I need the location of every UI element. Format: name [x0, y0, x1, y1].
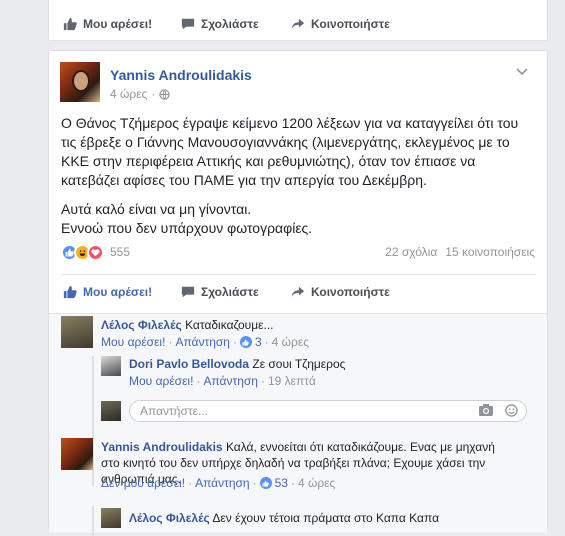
globe-icon — [159, 88, 171, 100]
comments-section: Λέλος Φιλελές Καταδικαζουμε... Μου αρέσε… — [49, 313, 547, 536]
commenter-name[interactable]: Λέλος Φιλελές — [101, 318, 182, 332]
comment-button[interactable]: Σχολιάστε — [181, 17, 291, 31]
comments-count[interactable]: 22 σχόλια — [385, 245, 437, 259]
comment-like-link[interactable]: Δεν μου αρέσει! — [101, 476, 185, 490]
post-line: Αυτά καλό είναι να μη γίνονται. — [61, 201, 252, 217]
share-icon — [291, 286, 305, 298]
shares-count[interactable]: 15 κοινοποιήσεις — [445, 245, 535, 259]
comment-meta: Μου αρέσει! · Απάντηση · 3 · 4 ώρες — [101, 335, 309, 349]
post-action-bar: Μου αρέσει! Σχολιάστε Κοινοποιήστε — [49, 276, 547, 308]
comment-body: Dori Pavlo Bellovoda Ζε σουι Τζημερος — [129, 356, 529, 372]
post-body: Ο Θάνος Τζήμερος έγραψε κείμενο 1200 λέξ… — [61, 114, 531, 238]
share-icon — [291, 18, 305, 30]
commenter-name[interactable]: Dori Pavlo Bellovoda — [129, 357, 249, 371]
like-badge-icon — [259, 477, 272, 489]
meta-separator: · — [232, 335, 237, 349]
post-line: Εννοώ που δεν υπάρχουν φωτογραφίες. — [61, 220, 313, 236]
stats-right: 22 σχόλια 15 κοινοποιήσεις — [385, 245, 535, 259]
post-paragraph: Αυτά καλό είναι να μη γίνονται. Εννοώ πο… — [61, 200, 531, 238]
comment-item: Λέλος Φιλελές Καταδικαζουμε... Μου αρέσε… — [61, 316, 541, 352]
comment-like-count[interactable]: 3 — [239, 335, 262, 349]
post-meta: 4 ώρες · — [110, 87, 171, 101]
comment-time[interactable]: 4 ώρες — [298, 476, 335, 490]
commenter-name[interactable]: Yannis Androulidakis — [101, 440, 223, 454]
reactions-count[interactable]: 555 — [110, 245, 130, 259]
reply-input[interactable] — [138, 403, 388, 419]
love-reaction-icon — [87, 243, 104, 261]
chevron-down-icon[interactable] — [516, 68, 528, 76]
reply-thread-line — [92, 506, 94, 536]
post-time[interactable]: 4 ώρες — [110, 87, 147, 101]
like-button[interactable]: Μου αρέσει! — [63, 285, 181, 299]
like-button[interactable]: Μου αρέσει! — [63, 17, 181, 31]
comment-reply-link[interactable]: Απάντηση — [175, 335, 230, 349]
meta-separator: · — [196, 374, 201, 388]
post-paragraph: Ο Θάνος Τζήμερος έγραψε κείμενο 1200 λέξ… — [61, 115, 519, 188]
share-label: Κοινοποιήστε — [311, 285, 390, 299]
comment-reply-link[interactable]: Απάντηση — [195, 476, 250, 490]
reply-item: Λέλος Φιλελές Δεν έχουν τέτοια πράματα σ… — [101, 508, 531, 528]
meta-separator: · — [168, 335, 173, 349]
comment-like-link[interactable]: Μου αρέσει! — [101, 335, 165, 349]
comment-icon — [181, 18, 195, 30]
commenter-name[interactable]: Λέλος Φιλελές — [129, 511, 210, 525]
camera-icon[interactable] — [479, 404, 493, 416]
share-label: Κοινοποιήστε — [311, 17, 390, 31]
post-header: Yannis Androulidakis 4 ώρες · — [60, 62, 530, 106]
meta-separator: · — [252, 476, 257, 490]
author-avatar[interactable] — [60, 62, 100, 102]
comment-reply-link[interactable]: Απάντηση — [203, 374, 258, 388]
comment-time[interactable]: 19 λεπτά — [268, 374, 316, 388]
emoji-icon[interactable] — [505, 404, 518, 417]
comment-button[interactable]: Σχολιάστε — [181, 285, 291, 299]
comment-body: Λέλος Φιλελές Καταδικαζουμε... — [101, 317, 531, 333]
comment-text: Καταδικαζουμε... — [185, 318, 274, 332]
like-label: Μου αρέσει! — [83, 17, 153, 31]
reactions-summary[interactable]: 555 — [61, 243, 130, 261]
commenter-avatar[interactable] — [101, 508, 121, 528]
previous-post-action-bar: Μου αρέσει! Σχολιάστε Κοινοποιήστε — [49, 8, 547, 40]
like-label: Μου αρέσει! — [83, 285, 153, 299]
comment-text: Ζε σουι Τζημερος — [252, 357, 346, 371]
current-user-avatar — [101, 401, 121, 421]
reply-item: Dori Pavlo Bellovoda Ζε σουι Τζημερος Μο… — [101, 356, 531, 392]
post-card: Yannis Androulidakis 4 ώρες · Ο Θάνος Τζ… — [48, 50, 548, 536]
share-button[interactable]: Κοινοποιήστε — [291, 17, 407, 31]
meta-separator: · — [290, 476, 295, 490]
post-stats: 555 22 σχόλια 15 κοινοποιήσεις — [61, 241, 535, 263]
meta-separator: · — [151, 87, 156, 101]
like-count-value: 3 — [254, 335, 262, 349]
meta-separator: · — [260, 374, 265, 388]
previous-post-card: Μου αρέσει! Σχολιάστε Κοινοποιήστε — [48, 0, 548, 41]
divider — [61, 274, 535, 275]
share-button[interactable]: Κοινοποιήστε — [291, 285, 407, 299]
like-badge-icon — [239, 336, 252, 348]
reply-input-icons — [479, 404, 518, 417]
comment-like-count[interactable]: 53 — [259, 476, 288, 490]
comment-item: Yannis Androulidakis Καλά, εννοείται ότι… — [61, 438, 541, 504]
meta-separator: · — [264, 335, 269, 349]
thumbs-up-icon — [63, 285, 77, 299]
comment-label: Σχολιάστε — [201, 285, 259, 299]
comment-time[interactable]: 4 ώρες — [272, 335, 309, 349]
comment-text: Δεν έχουν τέτοια πράματα στο Καπα Καπα — [212, 511, 440, 525]
commenter-avatar[interactable] — [61, 438, 93, 470]
commenter-avatar[interactable] — [61, 316, 93, 348]
reply-input-box[interactable] — [129, 400, 527, 422]
meta-separator: · — [188, 476, 193, 490]
comment-label: Σχολιάστε — [201, 17, 259, 31]
comment-icon — [181, 286, 195, 298]
comment-body: Λέλος Φιλελές Δεν έχουν τέτοια πράματα σ… — [129, 510, 529, 526]
comment-like-link[interactable]: Μου αρέσει! — [129, 374, 193, 388]
commenter-avatar[interactable] — [101, 356, 121, 376]
author-name[interactable]: Yannis Androulidakis — [110, 67, 252, 83]
comment-meta: Μου αρέσει! · Απάντηση · 19 λεπτά — [129, 374, 316, 388]
comment-meta: Δεν μου αρέσει! · Απάντηση · 53 · 4 ώρες — [101, 476, 335, 490]
like-count-value: 53 — [274, 476, 288, 490]
thumbs-up-icon — [63, 17, 77, 31]
